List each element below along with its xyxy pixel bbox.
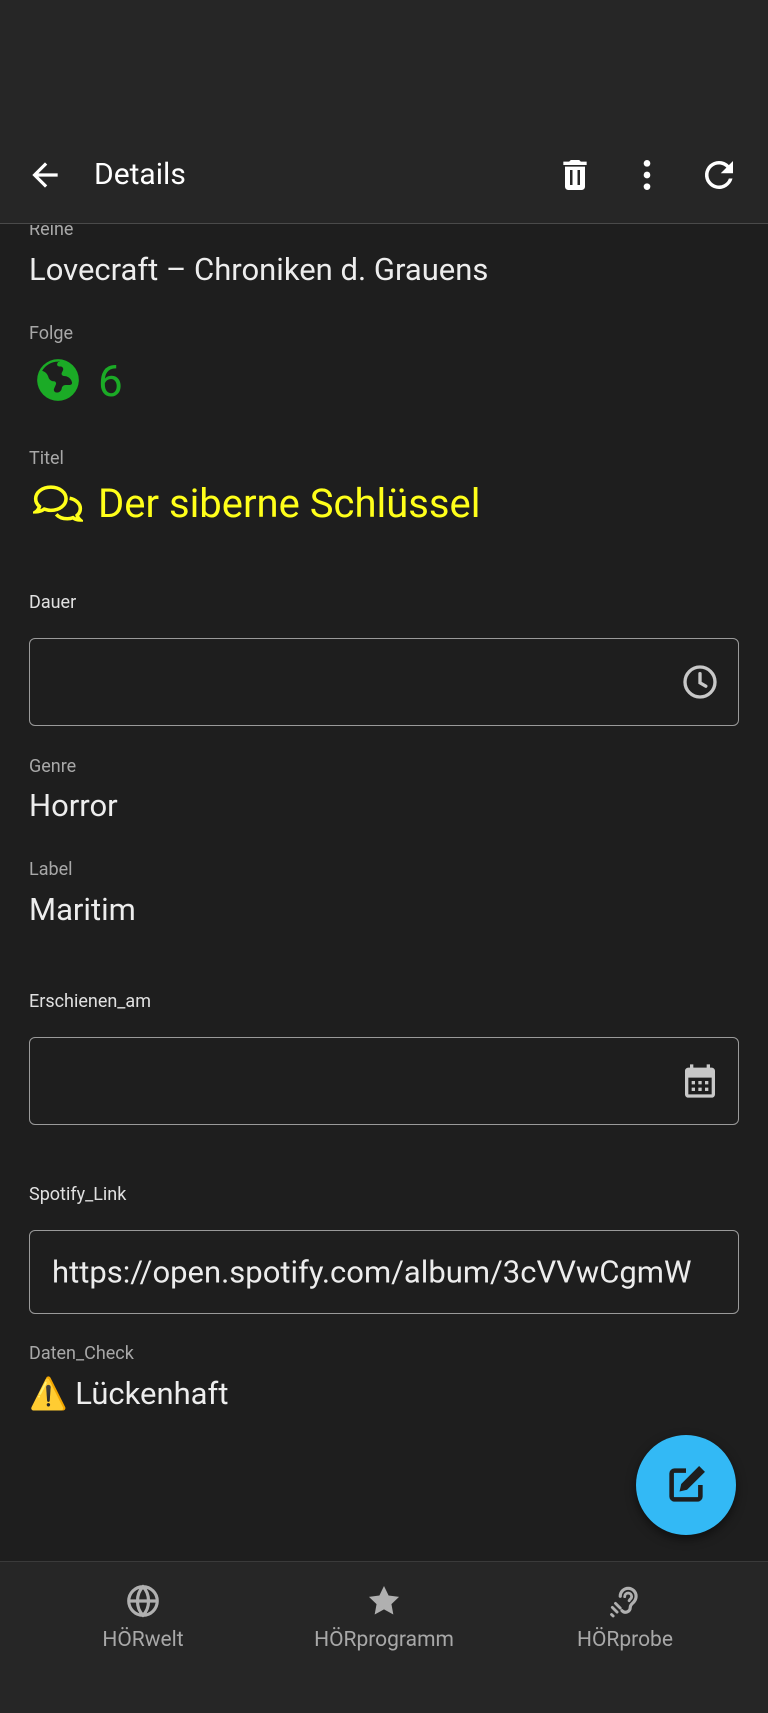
refresh-icon [704, 160, 733, 189]
refresh-button[interactable] [694, 150, 744, 200]
spotify-link-value: https://open.spotify.com/album/3cVVwCgmW [52, 1253, 692, 1291]
edit-icon [669, 1466, 705, 1502]
back-button[interactable] [22, 152, 68, 198]
field-label-reihe: Reihe [29, 225, 74, 240]
nav-item-hoerprogramm[interactable]: HÖRprogramm [264, 1582, 504, 1652]
trash-icon [563, 160, 587, 190]
hearing-icon [610, 1586, 638, 1618]
more-vert-icon [643, 160, 651, 190]
field-label-titel: Titel [29, 448, 64, 469]
dauer-input[interactable] [29, 638, 739, 726]
field-value-label: Maritim [29, 891, 136, 928]
field-value-folge: 6 [98, 355, 123, 407]
bottom-navigation: HÖRwelt HÖRprogramm HÖRprobe [0, 1561, 768, 1713]
field-value-reihe: Lovecraft – Chroniken d. Grauens [29, 251, 489, 288]
field-label-genre: Genre [29, 756, 77, 777]
field-label-daten-check: Daten_Check [29, 1343, 134, 1364]
comments-icon [30, 483, 85, 531]
field-label-spotify: Spotify_Link [29, 1184, 127, 1205]
edit-fab-button[interactable] [636, 1435, 736, 1535]
status-bar [0, 0, 768, 124]
field-value-daten-check: ⚠️ Lückenhaft [29, 1375, 229, 1412]
delete-button[interactable] [550, 150, 600, 200]
field-value-titel: Der siberne Schlüssel [98, 480, 481, 527]
details-content: Reihe Lovecraft – Chroniken d. Grauens F… [0, 225, 768, 1560]
calendar-icon[interactable] [680, 1061, 720, 1101]
app-bar: Details [0, 124, 768, 224]
star-icon [368, 1585, 400, 1615]
more-options-button[interactable] [622, 150, 672, 200]
page-title: Details [94, 157, 186, 192]
clock-icon[interactable] [680, 662, 720, 702]
erschienen-input[interactable] [29, 1037, 739, 1125]
field-label-dauer: Dauer [29, 592, 77, 613]
globe-icon [33, 355, 83, 409]
nav-label-hoerprogramm: HÖRprogramm [314, 1628, 454, 1652]
nav-label-hoerwelt: HÖRwelt [102, 1628, 184, 1652]
nav-item-hoerprobe[interactable]: HÖRprobe [505, 1582, 745, 1652]
spotify-link-input[interactable]: https://open.spotify.com/album/3cVVwCgmW [29, 1230, 739, 1314]
nav-label-hoerprobe: HÖRprobe [577, 1628, 673, 1652]
field-value-genre: Horror [29, 787, 118, 824]
field-label-label: Label [29, 859, 73, 880]
arrow-back-icon [32, 162, 58, 188]
field-label-erschienen: Erschienen_am [29, 991, 152, 1012]
nav-item-hoerwelt[interactable]: HÖRwelt [23, 1582, 263, 1652]
field-label-folge: Folge [29, 323, 74, 344]
globe-icon [127, 1584, 159, 1618]
